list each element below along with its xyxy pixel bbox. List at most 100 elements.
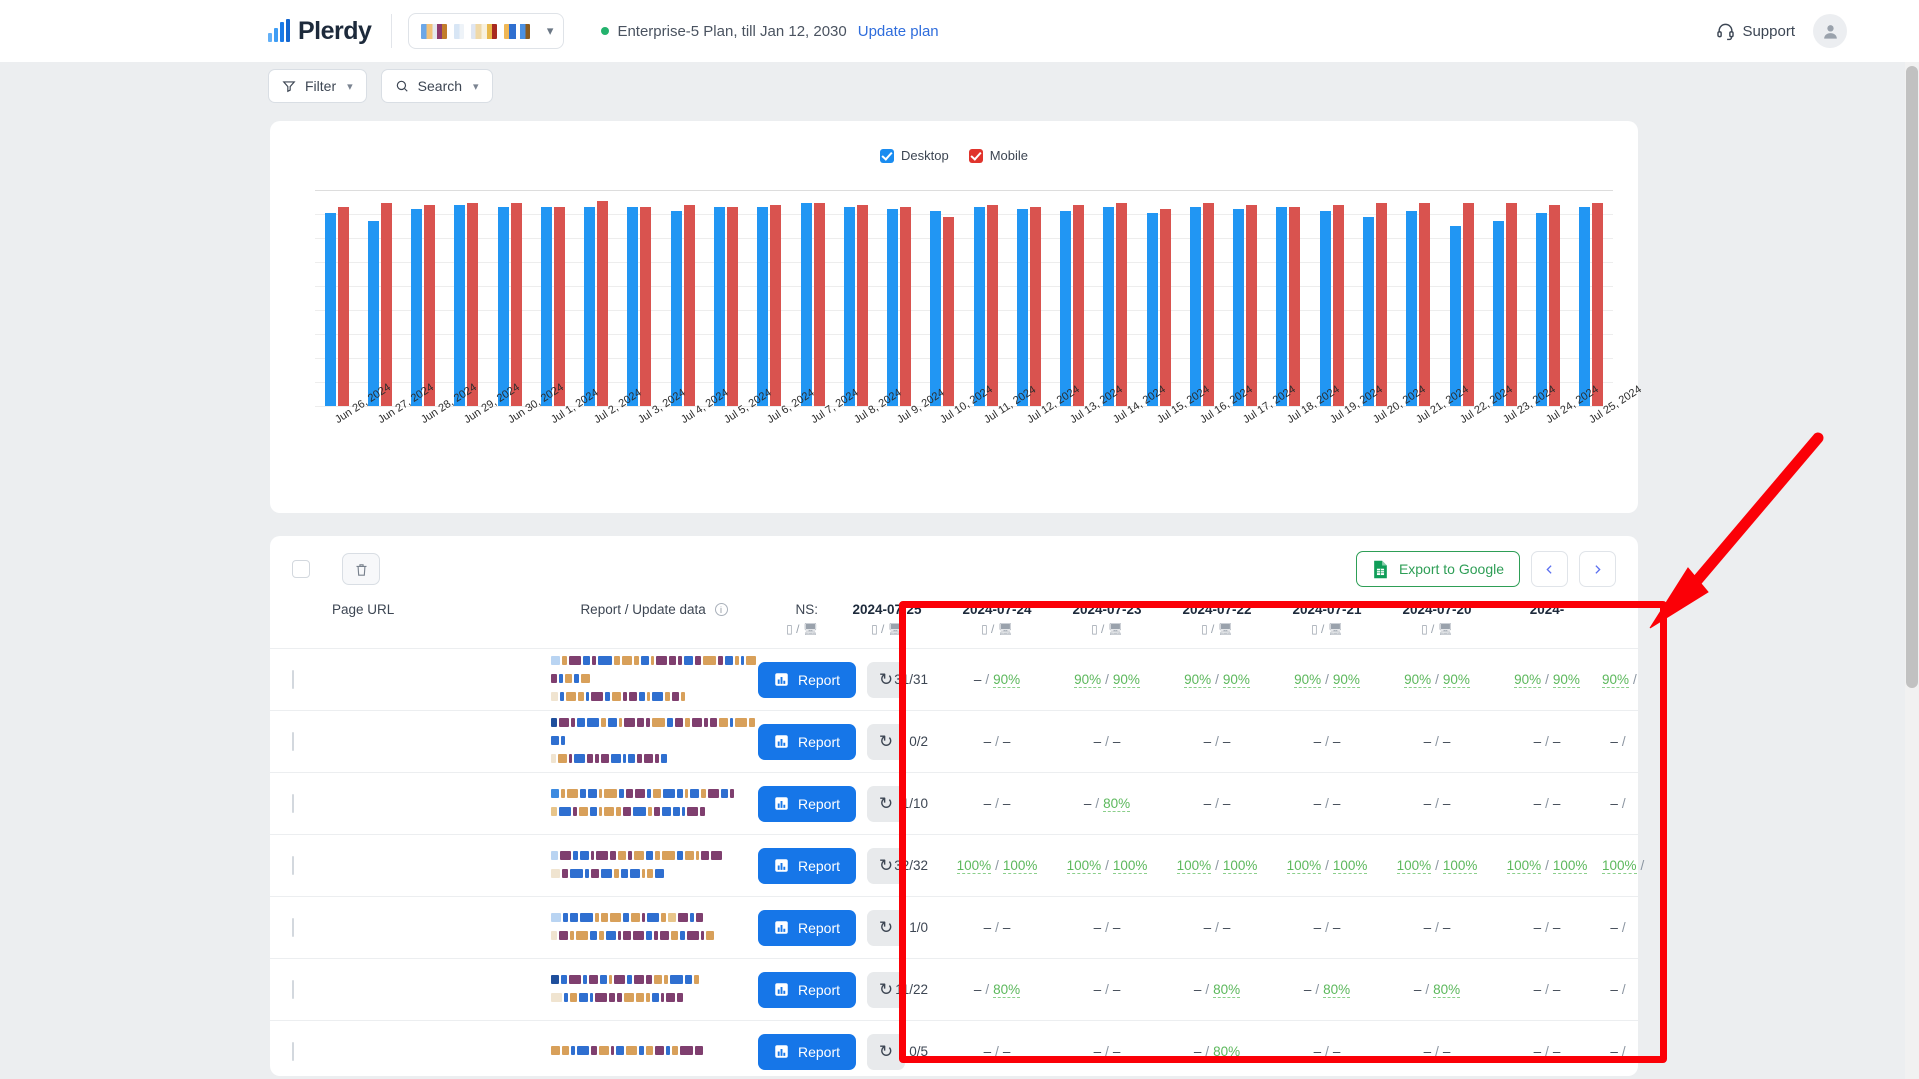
report-button[interactable]: Report — [758, 1033, 857, 1070]
chart-bar-desktop[interactable] — [1189, 206, 1201, 406]
metric-cell[interactable]: 90%/90% — [1052, 648, 1162, 711]
chart-bar-mobile[interactable] — [424, 204, 436, 406]
table-row[interactable]: Report ↻ 0/2– / – – / – – / – – / – – / – – / – – / — [270, 710, 1638, 773]
chart-bar-desktop[interactable] — [1276, 206, 1288, 406]
chart-bar-mobile[interactable] — [1289, 206, 1301, 406]
metric-cell[interactable]: 90% / — [1602, 648, 1638, 711]
chart-bar-desktop[interactable] — [584, 206, 596, 406]
chart-bar-desktop[interactable] — [1536, 213, 1548, 406]
metric-percent[interactable]: 100% — [956, 858, 992, 874]
delete-selected-button[interactable] — [342, 553, 380, 585]
metric-percent[interactable]: 100% — [1602, 858, 1637, 874]
metric-cell[interactable]: – / – — [1052, 896, 1162, 959]
column-header-report[interactable]: Report / Update data i — [550, 602, 758, 649]
metric-percent[interactable]: 90% — [1552, 672, 1580, 688]
chart-bar-desktop[interactable] — [1492, 221, 1504, 406]
chart-bar-desktop[interactable] — [800, 202, 812, 406]
row-checkbox[interactable] — [292, 855, 294, 875]
metric-percent[interactable]: 90% — [1514, 672, 1542, 688]
chart-bar-mobile[interactable] — [1202, 202, 1214, 406]
metric-cell[interactable]: 100%/100% — [1492, 834, 1602, 897]
site-selector-dropdown[interactable]: ▾ — [408, 13, 565, 49]
metric-cell[interactable]: – / – — [1162, 710, 1272, 773]
chart-bar-group[interactable] — [791, 190, 834, 406]
report-button[interactable]: Report — [758, 971, 857, 1008]
chart-bar-group[interactable] — [748, 190, 791, 406]
metric-percent[interactable]: 90% — [1602, 672, 1630, 688]
metric-cell[interactable]: – / — [1602, 896, 1638, 959]
chart-bar-desktop[interactable] — [670, 210, 682, 406]
report-button[interactable]: Report — [758, 909, 857, 946]
metric-cell[interactable]: – / – — [1492, 772, 1602, 835]
page-url-cell[interactable] — [550, 648, 758, 711]
column-header-date-0[interactable]: 2024-07-25 ▯ / 🖥 — [832, 602, 942, 649]
chart-bar-group[interactable] — [1180, 190, 1223, 406]
chart-bar-desktop[interactable] — [1233, 208, 1245, 406]
metric-cell[interactable]: – / – — [942, 710, 1052, 773]
metric-percent[interactable]: 80% — [1213, 982, 1241, 998]
row-checkbox[interactable] — [292, 669, 294, 689]
chart-bar-desktop[interactable] — [1016, 208, 1028, 406]
row-checkbox[interactable] — [292, 979, 294, 999]
desktop-checkbox[interactable] — [880, 148, 894, 163]
refresh-button[interactable]: ↻ — [867, 723, 906, 760]
chart-bar-desktop[interactable] — [411, 208, 423, 406]
metric-percent[interactable]: 100% — [1506, 858, 1542, 874]
chart-bar-desktop[interactable] — [1319, 210, 1331, 406]
metric-cell[interactable]: 90%/90% — [1492, 648, 1602, 711]
select-all-checkbox[interactable] — [292, 560, 310, 578]
chart-bar-mobile[interactable] — [1376, 202, 1387, 406]
row-checkbox[interactable] — [292, 731, 294, 751]
metric-cell[interactable]: – / — [1602, 772, 1638, 835]
column-header-date-1[interactable]: 2024-07-24 ▯ / 🖥 — [942, 602, 1052, 649]
chart-bar-group[interactable] — [1007, 190, 1050, 406]
chart-bar-mobile[interactable] — [1116, 202, 1128, 406]
chart-bar-mobile[interactable] — [597, 200, 609, 406]
chart-bar-group[interactable] — [1440, 190, 1483, 406]
chart-bar-mobile[interactable] — [1073, 204, 1085, 406]
metric-cell[interactable]: –/80% — [942, 958, 1052, 1021]
page-url-cell[interactable] — [550, 710, 758, 773]
metric-cell[interactable]: – / – — [1052, 710, 1162, 773]
export-to-google-button[interactable]: Export to Google — [1355, 551, 1520, 587]
chart-bar-mobile[interactable] — [813, 202, 825, 406]
table-row[interactable]: Report ↻ 31/31–/90% 90%/90% 90%/90% 90%/90% 90… — [270, 648, 1638, 711]
row-checkbox[interactable] — [292, 1041, 294, 1061]
chart-bar-mobile[interactable] — [1419, 202, 1431, 406]
report-button[interactable]: Report — [758, 785, 857, 822]
chart-bar-mobile[interactable] — [943, 217, 955, 406]
metric-cell[interactable]: – / — [1602, 958, 1638, 1021]
chart-bar-group[interactable] — [315, 190, 358, 406]
chart-bar-mobile[interactable] — [510, 202, 522, 406]
metric-percent[interactable]: 90% — [1184, 672, 1212, 688]
metric-cell[interactable]: – / – — [1272, 772, 1382, 835]
metric-cell[interactable]: – / — [1602, 1020, 1638, 1079]
metric-cell[interactable]: 100%/100% — [1052, 834, 1162, 897]
search-button[interactable]: Search ▾ — [380, 69, 493, 103]
metric-cell[interactable]: 100%/100% — [1272, 834, 1382, 897]
chart-bar-group[interactable] — [488, 190, 531, 406]
metric-percent[interactable]: 80% — [1433, 982, 1461, 998]
metric-cell[interactable]: – / – — [1162, 772, 1272, 835]
chart-bar-mobile[interactable] — [1332, 204, 1344, 406]
metric-cell[interactable]: – / – — [1272, 1020, 1382, 1079]
metric-cell[interactable]: 90%/90% — [1162, 648, 1272, 711]
metric-percent[interactable]: 80% — [1213, 1044, 1241, 1061]
chart-bar-mobile[interactable] — [856, 204, 868, 406]
metric-percent[interactable]: 100% — [1002, 858, 1038, 874]
chart-bar-mobile[interactable] — [337, 206, 349, 406]
chart-bar-desktop[interactable] — [1449, 225, 1461, 406]
report-button[interactable]: Report — [758, 661, 857, 698]
chart-bar-group[interactable] — [445, 190, 488, 406]
chart-bar-group[interactable] — [921, 190, 964, 406]
column-header-date-4[interactable]: 2024-07-21 ▯ / 🖥 — [1272, 602, 1382, 649]
update-plan-link[interactable]: Update plan — [858, 23, 939, 40]
chart-bar-desktop[interactable] — [973, 206, 985, 406]
metric-cell[interactable]: – / – — [1492, 958, 1602, 1021]
mobile-checkbox[interactable] — [968, 148, 983, 163]
metric-percent[interactable]: 100% — [1552, 858, 1588, 874]
metric-cell[interactable]: – / – — [1382, 772, 1492, 835]
chart-bar-group[interactable] — [1570, 190, 1613, 406]
chart-bar-group[interactable] — [575, 190, 618, 406]
chart-bar-mobile[interactable] — [1505, 202, 1517, 406]
